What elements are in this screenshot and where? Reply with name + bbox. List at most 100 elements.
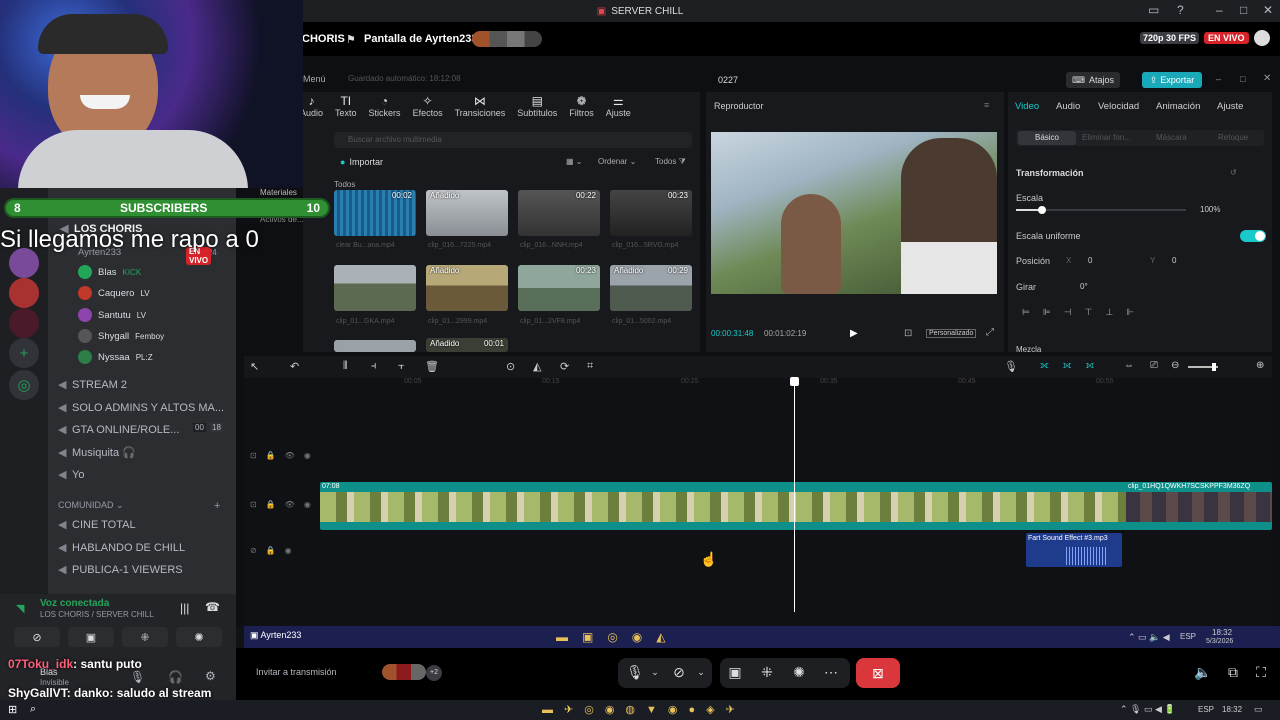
notification-icon[interactable]: ▭ [1254, 704, 1263, 715]
pos-y-input[interactable]: 0 [1172, 256, 1176, 265]
viewer-count[interactable]: +2 [426, 665, 442, 681]
channel-solo-admins[interactable]: ◀ SOLO ADMINS Y ALTOS MA... [58, 401, 224, 414]
preview-axis-icon[interactable]: ⎚ [1150, 360, 1158, 371]
close-icon[interactable]: ✕ [1263, 73, 1271, 84]
grid-view-icon[interactable]: ▦ ⌄ [566, 157, 582, 166]
nav-materials[interactable]: Materiales [260, 188, 297, 197]
fullscreen-icon[interactable]: ⤢ [986, 327, 994, 338]
channel-yo[interactable]: ◀ Yo [58, 468, 84, 481]
search-icon[interactable]: ⌕ [30, 703, 36, 716]
tab-adjust[interactable]: Ajuste [1217, 101, 1243, 112]
media-thumb[interactable]: 00:22 [518, 190, 600, 236]
media-search[interactable]: Buscar archivo multimedia [334, 132, 692, 148]
chevron-down-icon[interactable]: ⌄ [688, 660, 714, 684]
align-icons[interactable]: ⊨⊫⊣⊤⊥⊩ [1022, 307, 1147, 318]
split-left-icon[interactable]: ⫞ [371, 360, 377, 373]
activities-button[interactable]: ⁜ [122, 627, 168, 647]
video-clip[interactable]: 07:08 clip_01HQ1QWKH7SCSKPPF3M36ZQ [320, 482, 1272, 530]
volume-icon[interactable]: 🔈 [1190, 660, 1216, 684]
media-thumb[interactable] [334, 265, 416, 311]
add-channel-icon[interactable]: + [214, 500, 220, 512]
pos-x-input[interactable]: 0 [1088, 256, 1092, 265]
add-server-icon[interactable]: + [9, 338, 39, 368]
channel-gta-online[interactable]: ◀ GTA ONLINE/ROLE... 00 18 [58, 423, 223, 436]
channel-musiquita[interactable]: ◀ Musiquita 🎧 [58, 446, 136, 459]
tool-effects[interactable]: ✧ Efectos [413, 94, 443, 118]
media-thumb[interactable]: 00:23 [518, 265, 600, 311]
menu-icon[interactable]: ≡ [984, 100, 989, 110]
inbox-icon[interactable]: ▭ [1148, 3, 1159, 17]
headset-icon[interactable]: 🎧 [168, 670, 183, 684]
minimize-icon[interactable]: – [1216, 3, 1223, 17]
camera-off-button[interactable]: ⊘ [14, 627, 60, 647]
playhead-handle[interactable] [790, 377, 799, 386]
media-thumb[interactable]: Añadido 00:01 [426, 338, 508, 352]
voice-user-row[interactable]: Blas KICK [78, 265, 141, 279]
rotate-input[interactable]: 0° [1080, 282, 1088, 291]
voice-user-row[interactable]: Caquero LV [78, 286, 150, 300]
start-icon[interactable]: ⊞ [8, 703, 17, 716]
media-thumb[interactable]: 00:02 [334, 190, 416, 236]
subtab-remove-bg[interactable]: Eliminar fon... [1082, 133, 1131, 142]
disconnect-icon[interactable]: ☎ [205, 600, 220, 614]
audio-clip[interactable]: Fart Sound Effect #3.mp3 [1026, 533, 1122, 567]
filter-button[interactable]: Todos ⧩ [655, 157, 686, 167]
tab-audio[interactable]: Audio [1056, 101, 1080, 112]
track-controls[interactable]: ⊘🔒◉ [250, 546, 301, 555]
media-thumb[interactable] [334, 340, 416, 352]
close-icon[interactable]: ✕ [1263, 3, 1273, 17]
tab-animation[interactable]: Animación [1156, 101, 1200, 112]
tool-adjust[interactable]: ⚌ Ajuste [606, 94, 631, 118]
subtab-retouch[interactable]: Retoque [1218, 133, 1248, 142]
chat-icon[interactable] [1254, 30, 1270, 46]
slider-handle[interactable] [1037, 206, 1046, 214]
zoom-slider[interactable] [1188, 363, 1218, 371]
export-button[interactable]: ⇪ Exportar [1142, 72, 1202, 88]
screenshare-button[interactable]: ▣ [68, 627, 114, 647]
voice-user-row[interactable]: Santutu LV [78, 308, 146, 322]
mic-icon[interactable]: 🎙 [130, 670, 145, 684]
split-icon[interactable]: ⫴ [343, 360, 348, 373]
more-icon[interactable]: ⋯ [818, 660, 844, 684]
tray-icons[interactable]: ⌃ 🎙 ▭ ◀ 🔋 [1120, 704, 1176, 715]
tool-stickers[interactable]: ◔ Stickers [369, 94, 401, 118]
snap-icons[interactable]: ⟗⟗⟗ [1040, 360, 1108, 371]
explore-icon[interactable]: ◎ [9, 370, 39, 400]
undo-icon[interactable]: ↶ [290, 360, 299, 373]
screenshare-icon[interactable]: ▣ [722, 660, 748, 684]
tool-audio[interactable]: ♪ Audio [300, 94, 323, 118]
video-preview[interactable] [711, 132, 997, 294]
settings-icon[interactable]: ⚙ [205, 669, 216, 683]
channel-cine-total[interactable]: ◀ CINE TOTAL [58, 518, 136, 531]
channel-stream-2[interactable]: ◀ STREAM 2 [58, 378, 127, 391]
tool-transitions[interactable]: ⋈ Transiciones [455, 94, 506, 118]
track-controls[interactable]: ⊡🔒👁◉ [250, 451, 320, 460]
link-icon[interactable]: ⇔ [1124, 360, 1134, 371]
import-button[interactable]: ● Importar [340, 157, 383, 167]
split-right-icon[interactable]: ⫟ [398, 360, 405, 373]
popout-icon[interactable]: ⧉ [1220, 660, 1246, 684]
server-icon-2[interactable] [9, 278, 39, 308]
voice-location[interactable]: LOS CHORIS / SERVER CHILL [40, 610, 154, 619]
maximize-icon[interactable]: □ [1240, 74, 1245, 84]
sort-button[interactable]: Ordenar ⌄ [598, 157, 636, 166]
soundboard-icon[interactable]: ✺ [786, 660, 812, 684]
delete-icon[interactable]: 🗑 [425, 360, 439, 373]
minimize-icon[interactable]: – [1216, 74, 1221, 84]
tab-speed[interactable]: Velocidad [1098, 101, 1139, 112]
shortcuts-button[interactable]: ⌨ Atajos [1066, 72, 1121, 88]
tab-video[interactable]: Video [1015, 101, 1039, 112]
maximize-icon[interactable]: □ [1240, 3, 1247, 17]
aspect-ratio-button[interactable]: Personalizado [926, 329, 977, 338]
tool-filters[interactable]: ❁ Filtros [569, 94, 594, 118]
screenshot-icon[interactable]: ⊡ [904, 328, 912, 339]
record-audio-icon[interactable]: 🎙 [1004, 360, 1018, 373]
server-icon-3[interactable] [9, 308, 39, 338]
tool-text[interactable]: TI Texto [335, 94, 357, 118]
reset-icon[interactable]: ↺ [1230, 168, 1237, 177]
mirror-icon[interactable]: ◭ [533, 360, 541, 373]
scale-value[interactable]: 100% [1200, 205, 1220, 214]
help-icon[interactable]: ? [1177, 3, 1184, 17]
media-thumb[interactable]: Añadido [426, 265, 508, 311]
taskbar-app-icons[interactable]: ▬✈◎◉◍▼◉●◈✈ [542, 703, 746, 716]
